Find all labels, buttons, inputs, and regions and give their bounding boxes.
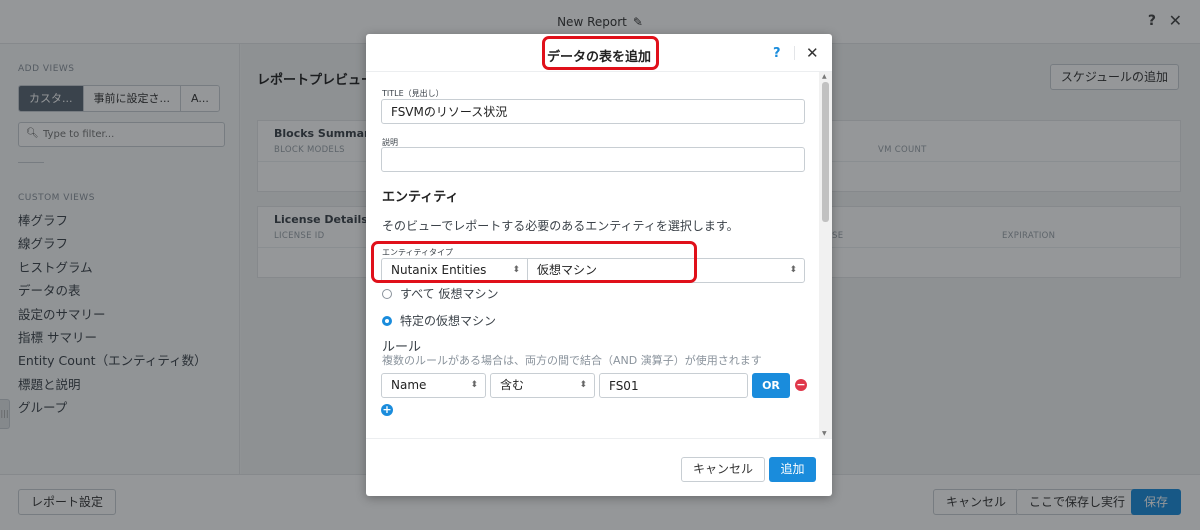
select-arrows-icon: ⬍ bbox=[512, 265, 520, 275]
rule-field-value: Name bbox=[391, 378, 427, 392]
scroll-up-icon[interactable]: ▲ bbox=[822, 73, 827, 80]
entity-description: そのビューでレポートする必要のあるエンティティを選択します。 bbox=[382, 219, 739, 233]
radio-button[interactable] bbox=[382, 288, 392, 299]
entity-source-select[interactable]: Nutanix Entities ⬍ bbox=[381, 258, 528, 283]
remove-rule-icon[interactable]: − bbox=[795, 379, 807, 391]
title-input[interactable] bbox=[381, 99, 805, 124]
divider bbox=[794, 46, 795, 60]
entity-type-label: エンティティタイプ bbox=[382, 248, 454, 257]
add-button[interactable]: 追加 bbox=[769, 457, 816, 482]
help-icon[interactable]: ? bbox=[773, 46, 781, 61]
radio-all-vms[interactable]: すべて 仮想マシン bbox=[382, 285, 499, 302]
rules-description: 複数のルールがある場合は、両方の間で結合（AND 演算子）が使用されます bbox=[382, 354, 762, 367]
select-arrows-icon: ⬍ bbox=[579, 380, 587, 390]
close-icon[interactable]: ✕ bbox=[806, 44, 819, 62]
scrollbar-thumb[interactable] bbox=[822, 82, 829, 222]
rule-value-input[interactable] bbox=[599, 373, 748, 398]
radio-specific-vms[interactable]: 特定の仮想マシン bbox=[382, 312, 496, 329]
radio-label: すべて 仮想マシン bbox=[400, 287, 499, 301]
radio-button-checked[interactable] bbox=[382, 315, 392, 326]
scroll-down-icon[interactable]: ▼ bbox=[822, 430, 827, 437]
select-arrows-icon: ⬍ bbox=[470, 380, 478, 390]
title-label: TITLE（見出し） bbox=[382, 89, 444, 98]
rule-field-select[interactable]: Name ⬍ bbox=[381, 373, 486, 398]
cancel-button[interactable]: キャンセル bbox=[681, 457, 766, 482]
or-button[interactable]: OR bbox=[752, 373, 790, 398]
add-rule-icon[interactable]: + bbox=[381, 404, 393, 416]
select-arrows-icon: ⬍ bbox=[789, 265, 797, 275]
radio-label: 特定の仮想マシン bbox=[400, 314, 497, 328]
dialog-header: データの表を追加 ? ✕ bbox=[366, 34, 832, 72]
add-data-table-dialog: データの表を追加 ? ✕ ▲ ▼ TITLE（見出し） 説明 エンティティ その… bbox=[366, 34, 832, 496]
scrollbar[interactable]: ▲ ▼ bbox=[819, 72, 832, 438]
entity-type-select[interactable]: 仮想マシン ⬍ bbox=[527, 258, 805, 283]
entity-type-value: 仮想マシン bbox=[537, 263, 598, 277]
rule-operator-value: 含む bbox=[500, 378, 525, 392]
dialog-title: データの表を追加 bbox=[546, 50, 651, 65]
entity-source-value: Nutanix Entities bbox=[391, 263, 487, 277]
rule-operator-select[interactable]: 含む ⬍ bbox=[490, 373, 595, 398]
entity-heading: エンティティ bbox=[382, 190, 459, 205]
dialog-footer: キャンセル 追加 bbox=[366, 438, 832, 496]
description-input[interactable] bbox=[381, 147, 805, 172]
